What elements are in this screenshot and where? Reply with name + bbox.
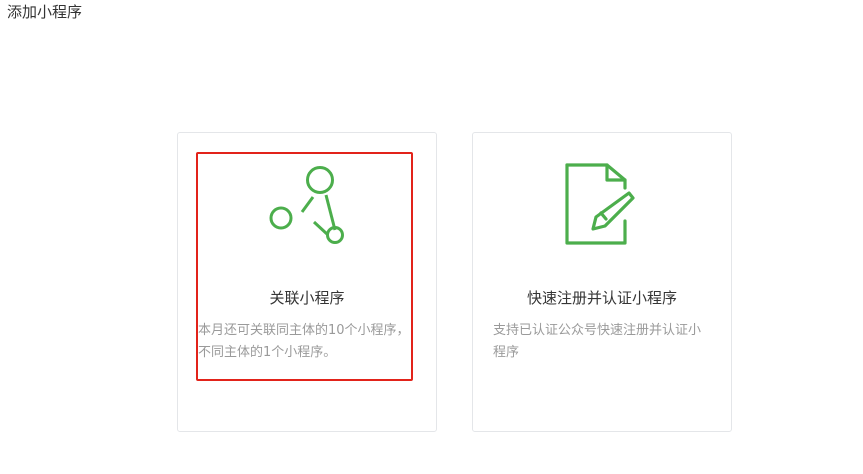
quick-register-card[interactable]: 快速注册并认证小程序 支持已认证公众号快速注册并认证小程序 (472, 132, 732, 432)
network-nodes-icon (269, 166, 344, 244)
link-miniprogram-title: 关联小程序 (269, 289, 345, 307)
page-title: 添加小程序 (7, 3, 83, 21)
quick-register-title: 快速注册并认证小程序 (526, 289, 677, 307)
link-miniprogram-desc: 本月还可关联同主体的10个小程序，不同主体的1个小程序。 (198, 323, 410, 360)
link-miniprogram-card[interactable]: 关联小程序 本月还可关联同主体的10个小程序，不同主体的1个小程序。 (177, 132, 437, 432)
add-miniprogram-page: 添加小程序 关联小程序 本月还可关联同主体的10个小程序，不同主体的1个小程序。 (0, 0, 863, 474)
quick-register-desc: 支持已认证公众号快速注册并认证小程序 (493, 323, 702, 360)
document-edit-icon (565, 163, 635, 245)
